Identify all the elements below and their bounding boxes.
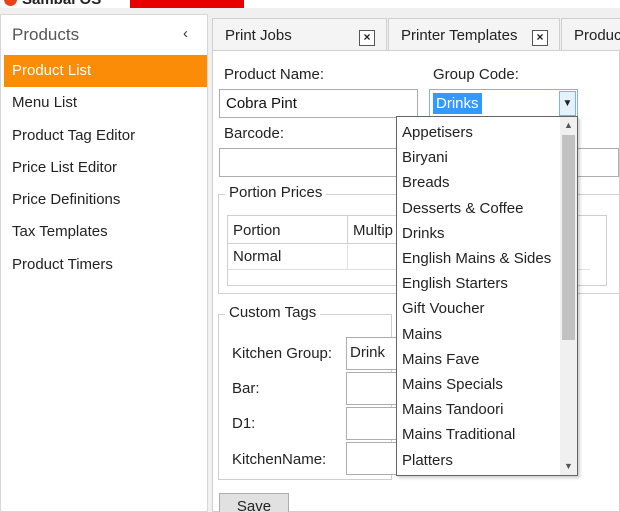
tab-print-jobs[interactable]: Print Jobs × — [212, 18, 387, 50]
sidebar-menu: Product List Menu List Product Tag Edito… — [1, 55, 207, 281]
column-header-multiplier[interactable]: Multip — [348, 216, 400, 244]
kitchen-name-label: KitchenName: — [232, 451, 327, 468]
barcode-label: Barcode: — [224, 125, 285, 142]
dropdown-option[interactable]: Platters — [397, 448, 560, 473]
tab-label: Printer Templates — [401, 27, 518, 44]
tab-printer-templates[interactable]: Printer Templates × — [388, 18, 560, 50]
sidebar-item-menu-list[interactable]: Menu List — [1, 87, 207, 119]
sidebar: Products ‹ Product List Menu List Produc… — [0, 14, 208, 512]
chevron-left-icon[interactable]: ‹ — [183, 26, 197, 42]
dropdown-option[interactable]: English Starters — [397, 271, 560, 296]
group-code-dropdown: Appetisers Biryani Breads Desserts & Cof… — [396, 116, 578, 476]
chevron-down-icon[interactable]: ▼ — [559, 91, 576, 116]
kitchen-group-label: Kitchen Group: — [232, 345, 333, 362]
dropdown-option[interactable]: Breads — [397, 170, 560, 195]
group-code-value: Drinks — [433, 93, 482, 114]
close-icon[interactable]: × — [532, 30, 548, 46]
tab-label: Produc — [574, 27, 620, 44]
save-button[interactable]: Save — [219, 493, 289, 512]
dropdown-option[interactable]: Appetisers — [397, 120, 560, 145]
dropdown-scrollbar[interactable]: ▲ ▼ — [560, 117, 577, 475]
dropdown-option[interactable]: Mains Specials — [397, 372, 560, 397]
column-header-portion[interactable]: Portion — [228, 216, 348, 244]
tab-strip: Print Jobs × Printer Templates × Produc — [212, 14, 620, 50]
sidebar-header: Products ‹ — [1, 15, 207, 53]
sidebar-item-product-list[interactable]: Product List — [4, 55, 207, 88]
dropdown-option[interactable]: Desserts & Coffee — [397, 196, 560, 221]
d1-label: D1: — [232, 415, 256, 432]
dropdown-option[interactable]: Gift Voucher — [397, 296, 560, 321]
title-bar: Sambal OS — [0, 0, 620, 8]
tab-label: Print Jobs — [225, 27, 292, 44]
sidebar-item-price-definitions[interactable]: Price Definitions — [1, 184, 207, 216]
dropdown-option[interactable]: Mains Tandoori — [397, 397, 560, 422]
portion-prices-title: Portion Prices — [225, 184, 327, 201]
dropdown-option[interactable]: Biryani — [397, 145, 560, 170]
product-name-label: Product Name: — [224, 66, 325, 83]
chevron-up-icon[interactable]: ▲ — [560, 117, 577, 134]
sidebar-item-product-tag-editor[interactable]: Product Tag Editor — [1, 120, 207, 152]
group-code-label: Group Code: — [433, 66, 519, 83]
kitchen-group-input[interactable]: Drink — [346, 337, 398, 370]
scrollbar-thumb[interactable] — [562, 135, 575, 340]
dropdown-option[interactable]: Mains Fave — [397, 347, 560, 372]
app-title: Sambal OS — [22, 0, 101, 8]
dropdown-option[interactable]: Mains Traditional — [397, 422, 560, 447]
custom-tags-group: Custom Tags Kitchen Group: Drink Bar: D1… — [218, 304, 398, 480]
dropdown-option[interactable]: Drinks — [397, 221, 560, 246]
bar-input[interactable] — [346, 372, 398, 405]
title-banner — [130, 0, 244, 8]
sidebar-item-tax-templates[interactable]: Tax Templates — [1, 216, 207, 248]
group-code-select[interactable]: Drinks ▼ — [429, 89, 578, 118]
close-icon[interactable]: × — [359, 30, 375, 46]
d1-input[interactable] — [346, 407, 398, 440]
product-name-input[interactable]: Cobra Pint — [219, 89, 418, 118]
dropdown-option[interactable]: Mains — [397, 322, 560, 347]
dropdown-option[interactable]: English Mains & Sides — [397, 246, 560, 271]
chevron-down-icon[interactable]: ▼ — [560, 458, 577, 475]
tab-products[interactable]: Produc — [561, 18, 620, 50]
bar-label: Bar: — [232, 380, 260, 397]
portion-cell[interactable]: Normal — [228, 244, 348, 270]
sidebar-item-product-timers[interactable]: Product Timers — [1, 249, 207, 281]
kitchen-name-input[interactable] — [346, 442, 398, 475]
sidebar-item-price-list-editor[interactable]: Price List Editor — [1, 152, 207, 184]
sidebar-title: Products — [12, 25, 80, 44]
multiplier-cell[interactable] — [348, 244, 400, 270]
custom-tags-title: Custom Tags — [225, 304, 321, 321]
app-logo-icon — [4, 0, 17, 6]
